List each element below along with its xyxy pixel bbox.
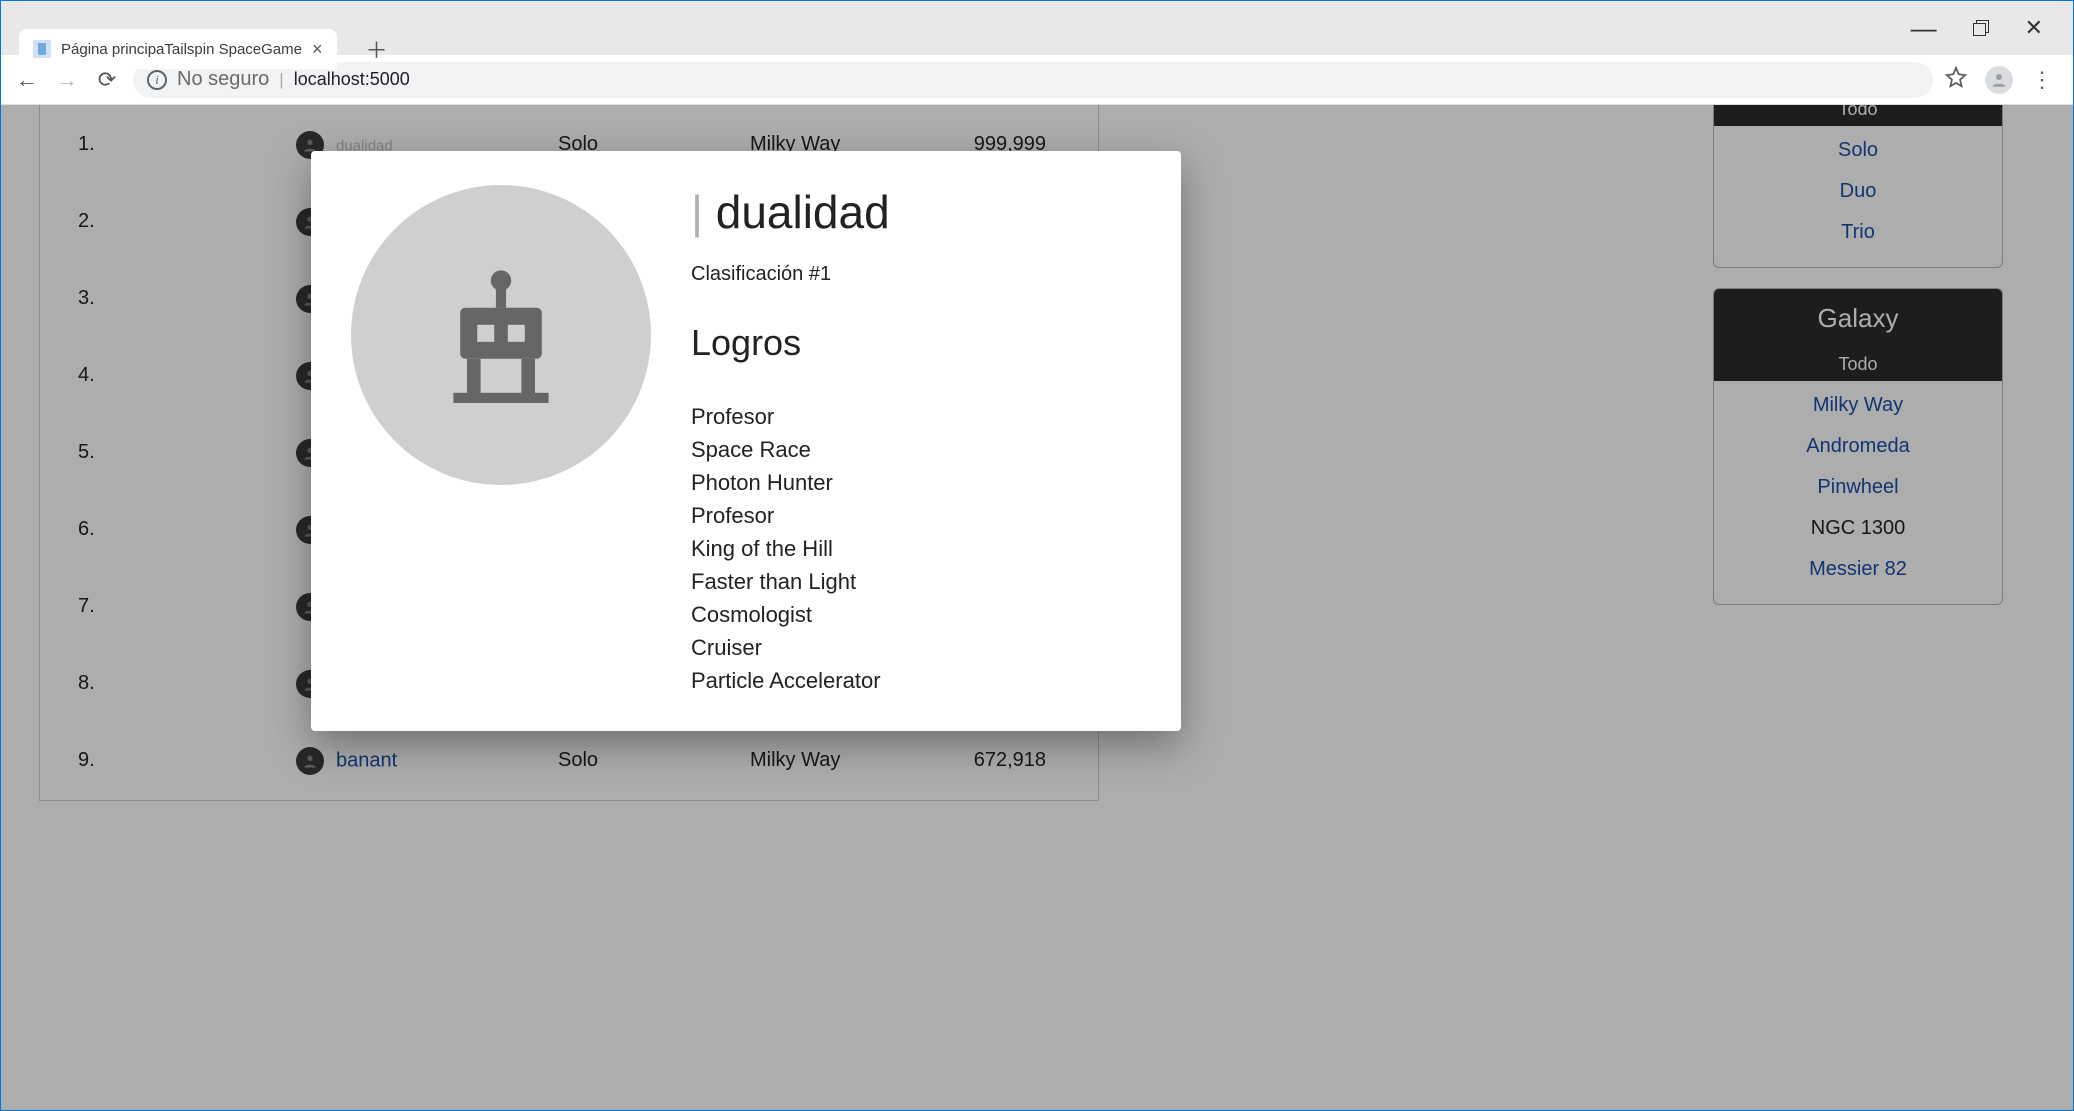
player-avatar-icon — [351, 185, 651, 485]
page-viewport: 1.dualidadSoloMilky Way999,9992.3.4.5.6.… — [1, 105, 2073, 1110]
tab-strip: Página principaTailspin SpaceGame × ＋ — [1, 1, 397, 55]
nav-reload-button[interactable]: ⟳ — [93, 66, 121, 94]
new-tab-button[interactable]: ＋ — [357, 29, 397, 69]
player-rank-label: Clasificación #1 — [691, 263, 1141, 286]
tab-close-icon[interactable]: × — [312, 39, 323, 60]
window-close-icon[interactable]: ✕ — [2025, 15, 2043, 41]
address-url: localhost:5000 — [294, 69, 410, 90]
address-divider: | — [279, 70, 283, 90]
address-bar[interactable]: i No seguro | localhost:5000 — [133, 62, 1933, 98]
achievement-item: Faster than Light — [691, 565, 1141, 598]
tab-title: Página principaTailspin SpaceGame — [61, 41, 302, 58]
achievements-list: ProfesorSpace RacePhoton HunterProfesorK… — [691, 400, 1141, 697]
nav-forward-button[interactable]: → — [53, 66, 81, 94]
achievement-item: King of the Hill — [691, 532, 1141, 565]
achievement-item: Cosmologist — [691, 598, 1141, 631]
browser-menu-icon[interactable]: ⋮ — [2031, 67, 2053, 93]
achievement-item: Cruiser — [691, 631, 1141, 664]
achievement-item: Profesor — [691, 400, 1141, 433]
player-name: | dualidad — [691, 185, 1141, 239]
bookmark-star-icon[interactable] — [1945, 66, 1967, 93]
tab-favicon-icon — [33, 40, 51, 58]
window-restore-icon[interactable] — [1973, 20, 1989, 36]
site-info-icon[interactable]: i — [147, 70, 167, 90]
profile-avatar-icon[interactable] — [1985, 66, 2013, 94]
not-secure-label: No seguro — [177, 68, 269, 91]
achievement-item: Photon Hunter — [691, 466, 1141, 499]
achievement-item: Profesor — [691, 499, 1141, 532]
player-profile-modal: | dualidad Clasificación #1 Logros Profe… — [311, 151, 1181, 731]
nav-back-button[interactable]: ← — [13, 66, 41, 94]
browser-tab[interactable]: Página principaTailspin SpaceGame × — [19, 29, 337, 69]
window-controls: — ✕ — [1911, 1, 2073, 55]
browser-window: Página principaTailspin SpaceGame × ＋ — … — [0, 0, 2074, 1111]
achievement-item: Space Race — [691, 433, 1141, 466]
achievements-heading: Logros — [691, 322, 1141, 364]
achievement-item: Particle Accelerator — [691, 664, 1141, 697]
